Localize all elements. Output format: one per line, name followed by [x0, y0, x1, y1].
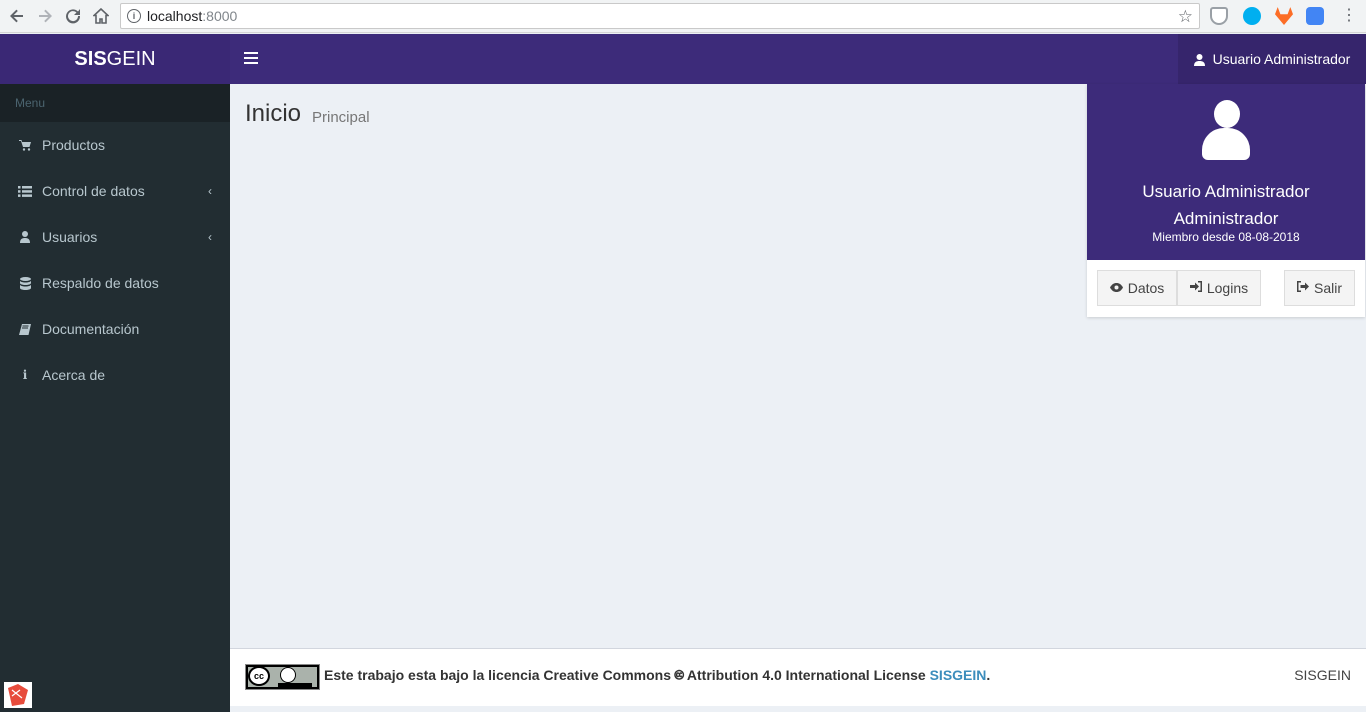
app-logo[interactable]: SIS GEIN: [0, 34, 230, 84]
license-text: Este trabajo esta bajo la licencia Creat…: [324, 667, 991, 683]
home-icon[interactable]: [90, 5, 112, 27]
sidebar-item-label: Productos: [42, 137, 106, 153]
sidebar-item-label: Usuarios: [42, 229, 98, 245]
eye-icon: [1109, 281, 1123, 295]
page-footer: cc Este trabajo esta bajo la licencia Cr…: [230, 648, 1366, 706]
sisgein-link[interactable]: SISGEIN: [930, 667, 987, 683]
gitlab-extension-icon[interactable]: [1275, 7, 1293, 25]
sidebar-item-acerca-de[interactable]: i Acerca de: [0, 352, 230, 398]
member-since: Miembro desde 08-08-2018: [1152, 230, 1300, 244]
user-dropdown-panel: Usuario Administrador Administrador Miem…: [1087, 84, 1365, 317]
sign-out-icon: [1296, 281, 1309, 295]
sign-in-icon: [1189, 281, 1202, 295]
shopping-cart-icon: [18, 138, 32, 152]
sidebar-item-control-de-datos[interactable]: Control de datos ‹: [0, 168, 230, 214]
skype-extension-icon[interactable]: [1243, 7, 1261, 25]
sidebar-item-label: Documentación: [42, 321, 140, 337]
bookmark-star-icon[interactable]: ☆: [1178, 7, 1193, 27]
site-info-icon[interactable]: i: [127, 9, 141, 23]
user-panel-name: Usuario Administrador Administrador: [1142, 182, 1310, 228]
browser-toolbar: i localhost:8000 ☆ ⋮: [0, 0, 1366, 33]
sidebar-item-productos[interactable]: Productos: [0, 122, 230, 168]
user-icon: [18, 230, 32, 244]
chevron-left-icon: ‹: [208, 184, 212, 198]
info-icon: i: [22, 368, 28, 382]
user-panel-footer: Datos Logins Salir: [1087, 260, 1365, 317]
app-corner-logo-icon: [4, 682, 32, 708]
user-menu-toggle[interactable]: Usuario Administrador: [1178, 34, 1366, 84]
address-bar[interactable]: i localhost:8000 ☆: [120, 3, 1200, 29]
book-icon: [18, 322, 32, 336]
sidebar: Menu Productos Control de datos ‹ Usuari…: [0, 84, 230, 712]
back-arrow-icon[interactable]: [6, 5, 28, 27]
user-menu-label: Usuario Administrador: [1212, 51, 1351, 67]
footer-brand: SISGEIN: [1294, 667, 1351, 683]
sidebar-item-usuarios[interactable]: Usuarios ‹: [0, 214, 230, 260]
app-header: SIS GEIN Usuario Administrador: [0, 34, 1366, 84]
user-panel-header: Usuario Administrador Administrador Miem…: [1087, 84, 1365, 260]
sidebar-item-label: Control de datos: [42, 183, 145, 199]
forward-arrow-icon[interactable]: [34, 5, 56, 27]
sidebar-header: Menu: [0, 84, 230, 122]
salir-button[interactable]: Salir: [1284, 270, 1355, 306]
user-icon: [1193, 53, 1205, 66]
page-title: Inicio: [245, 100, 302, 127]
attribution-icon: [280, 667, 296, 683]
chevron-left-icon: ‹: [208, 230, 212, 244]
sidebar-item-documentacion[interactable]: Documentación: [0, 306, 230, 352]
sidebar-toggle-icon[interactable]: [244, 52, 258, 64]
reload-icon[interactable]: [62, 5, 84, 27]
sidebar-item-label: Acerca de: [42, 367, 106, 383]
browser-menu-icon[interactable]: ⋮: [1341, 7, 1357, 25]
sidebar-item-respaldo-de-datos[interactable]: Respaldo de datos: [0, 260, 230, 306]
url-text: localhost:8000: [147, 8, 238, 24]
sidebar-item-label: Respaldo de datos: [42, 275, 159, 291]
avatar-icon: [1200, 100, 1252, 160]
page-subtitle: Principal: [312, 109, 370, 126]
datos-button[interactable]: Datos: [1097, 270, 1177, 306]
shield-extension-icon[interactable]: [1210, 7, 1228, 25]
list-icon: [18, 184, 32, 198]
creative-commons-badge[interactable]: cc: [245, 664, 320, 690]
logins-button[interactable]: Logins: [1177, 270, 1261, 306]
database-icon: [18, 276, 32, 290]
translate-extension-icon[interactable]: [1306, 7, 1324, 25]
